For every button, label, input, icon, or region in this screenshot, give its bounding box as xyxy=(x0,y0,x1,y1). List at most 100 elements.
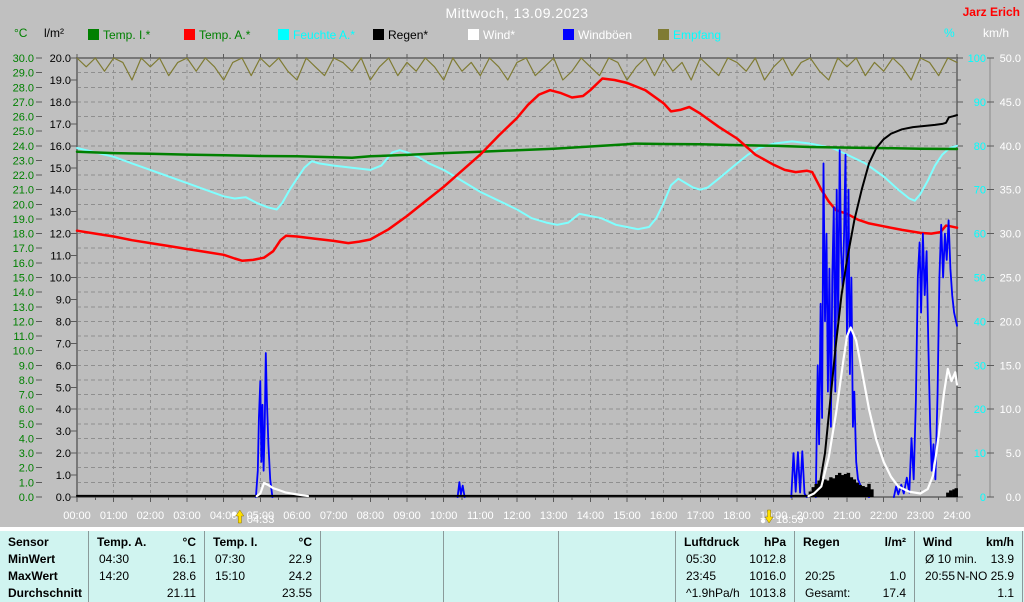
col-unit: l/m² xyxy=(884,535,906,549)
svg-text:16:00: 16:00 xyxy=(650,510,678,522)
svg-text:35.0: 35.0 xyxy=(1000,185,1021,197)
col-header: Regen xyxy=(803,535,840,549)
svg-text:13.0: 13.0 xyxy=(13,302,34,314)
svg-text:5.0: 5.0 xyxy=(1006,448,1021,460)
value-number: 24.2 xyxy=(288,569,312,583)
svg-text:1.0: 1.0 xyxy=(19,477,34,489)
svg-text:20.0: 20.0 xyxy=(13,199,34,211)
svg-text:01:00: 01:00 xyxy=(100,510,128,522)
svg-text:8.0: 8.0 xyxy=(19,375,34,387)
svg-text:20.0: 20.0 xyxy=(1000,316,1021,328)
svg-text:16.0: 16.0 xyxy=(50,141,71,153)
svg-text:0.0: 0.0 xyxy=(19,492,34,504)
value-number: 13.9 xyxy=(990,552,1014,566)
sunrise-icon xyxy=(231,511,237,517)
row-label: Durchschnitt xyxy=(8,586,83,600)
svg-text:9.0: 9.0 xyxy=(56,294,71,306)
svg-text:7.0: 7.0 xyxy=(19,390,34,402)
svg-text:25.0: 25.0 xyxy=(13,126,34,138)
value-number: 1013.8 xyxy=(749,586,786,600)
svg-text:13.0: 13.0 xyxy=(50,207,71,219)
svg-text:90: 90 xyxy=(974,97,986,109)
col-unit: hPa xyxy=(763,535,786,549)
svg-text:23:00: 23:00 xyxy=(907,510,935,522)
svg-text:100: 100 xyxy=(968,53,986,65)
svg-text:15:00: 15:00 xyxy=(613,510,641,522)
svg-text:21:00: 21:00 xyxy=(833,510,861,522)
svg-text:17.0: 17.0 xyxy=(13,243,34,255)
table-col-temp-i: Temp. I. °C 07:30 22.9 15:10 24.2 23.55 xyxy=(204,531,320,602)
svg-text:20: 20 xyxy=(974,404,986,416)
value-time: 07:30 xyxy=(215,552,246,566)
svg-text:30.0: 30.0 xyxy=(1000,229,1021,241)
value-time: 15:10 xyxy=(215,569,246,583)
value-number: 23.55 xyxy=(281,586,312,600)
svg-text:60: 60 xyxy=(974,229,986,241)
col-header: Temp. I. xyxy=(213,535,258,549)
svg-text:0.0: 0.0 xyxy=(1006,492,1021,504)
weather-station-day-chart: Mittwoch, 13.09.2023 Jarz Erich °C l/m² … xyxy=(0,0,1024,602)
value-number: N-NO 25.9 xyxy=(956,569,1014,583)
svg-text:17:00: 17:00 xyxy=(687,510,715,522)
svg-text:21.0: 21.0 xyxy=(13,185,34,197)
value-number: 1012.8 xyxy=(749,552,786,566)
svg-text:12.0: 12.0 xyxy=(50,229,71,241)
svg-text:24.0: 24.0 xyxy=(13,141,34,153)
value-number: 1016.0 xyxy=(749,569,786,583)
svg-text:15.0: 15.0 xyxy=(13,273,34,285)
axis-labels-kmh: 0.0 5.0 10.0 15.0 20.0 25.0 30.0 35.0 40.0 45.0 50… xyxy=(1000,53,1021,504)
svg-text:14.0: 14.0 xyxy=(50,185,71,197)
svg-text:40.0: 40.0 xyxy=(1000,141,1021,153)
svg-text:24:00: 24:00 xyxy=(943,510,971,522)
row-label: MaxWert xyxy=(8,569,58,583)
svg-text:40: 40 xyxy=(974,316,986,328)
svg-text:19.0: 19.0 xyxy=(50,75,71,87)
svg-text:7.0: 7.0 xyxy=(56,338,71,350)
value-time: 23:45 xyxy=(686,569,717,583)
value-time: Gesamt: xyxy=(805,586,851,600)
svg-text:09:00: 09:00 xyxy=(393,510,421,522)
value-number: 1.0 xyxy=(889,569,906,583)
sunrise-time: 04:33 xyxy=(247,514,275,526)
svg-text:10.0: 10.0 xyxy=(13,346,34,358)
svg-text:50: 50 xyxy=(974,273,986,285)
table-col-temp-a: Temp. A. °C 04:30 16.1 14:20 28.6 21.11 xyxy=(88,531,204,602)
col-unit: °C xyxy=(298,535,312,549)
svg-text:11.0: 11.0 xyxy=(50,251,71,263)
svg-text:80: 80 xyxy=(974,141,986,153)
svg-text:3.0: 3.0 xyxy=(56,426,71,438)
table-row-labels: Sensor MinWert MaxWert Durchschnitt xyxy=(0,531,88,602)
table-col-empty-2 xyxy=(320,531,443,602)
svg-text:10.0: 10.0 xyxy=(50,273,71,285)
svg-text:22.0: 22.0 xyxy=(13,170,34,182)
svg-text:12:00: 12:00 xyxy=(503,510,531,522)
svg-text:16.0: 16.0 xyxy=(13,258,34,270)
col-unit: °C xyxy=(182,535,196,549)
value-time: 20:55 xyxy=(925,569,956,583)
svg-text:08:00: 08:00 xyxy=(357,510,385,522)
svg-text:18.0: 18.0 xyxy=(13,229,34,241)
svg-text:9.0: 9.0 xyxy=(19,360,34,372)
svg-text:14:00: 14:00 xyxy=(577,510,605,522)
chart-plot: 0.0 1.0 2.0 3.0 4.0 5.0 6.0 7.0 8.0 9.0 10.0 11.0 12… xyxy=(13,53,1021,526)
row-label: Sensor xyxy=(8,535,49,549)
svg-text:6.0: 6.0 xyxy=(19,404,34,416)
value-number: 22.9 xyxy=(288,552,312,566)
svg-text:02:00: 02:00 xyxy=(137,510,165,522)
svg-text:29.0: 29.0 xyxy=(13,68,34,80)
svg-text:00:00: 00:00 xyxy=(63,510,91,522)
svg-text:15.0: 15.0 xyxy=(50,163,71,175)
svg-text:25.0: 25.0 xyxy=(1000,273,1021,285)
svg-text:17.0: 17.0 xyxy=(50,119,71,131)
sunset-icon xyxy=(760,518,766,524)
svg-text:12.0: 12.0 xyxy=(13,316,34,328)
svg-text:2.0: 2.0 xyxy=(19,463,34,475)
value-time: 20:25 xyxy=(805,569,836,583)
svg-text:22:00: 22:00 xyxy=(870,510,898,522)
svg-text:10: 10 xyxy=(974,448,986,460)
svg-text:4.0: 4.0 xyxy=(19,433,34,445)
svg-text:11.0: 11.0 xyxy=(13,331,34,343)
table-col-regen: Regen l/m² 20:25 1.0 Gesamt: 17.4 xyxy=(794,531,914,602)
svg-text:5.0: 5.0 xyxy=(56,382,71,394)
svg-text:8.0: 8.0 xyxy=(56,316,71,328)
